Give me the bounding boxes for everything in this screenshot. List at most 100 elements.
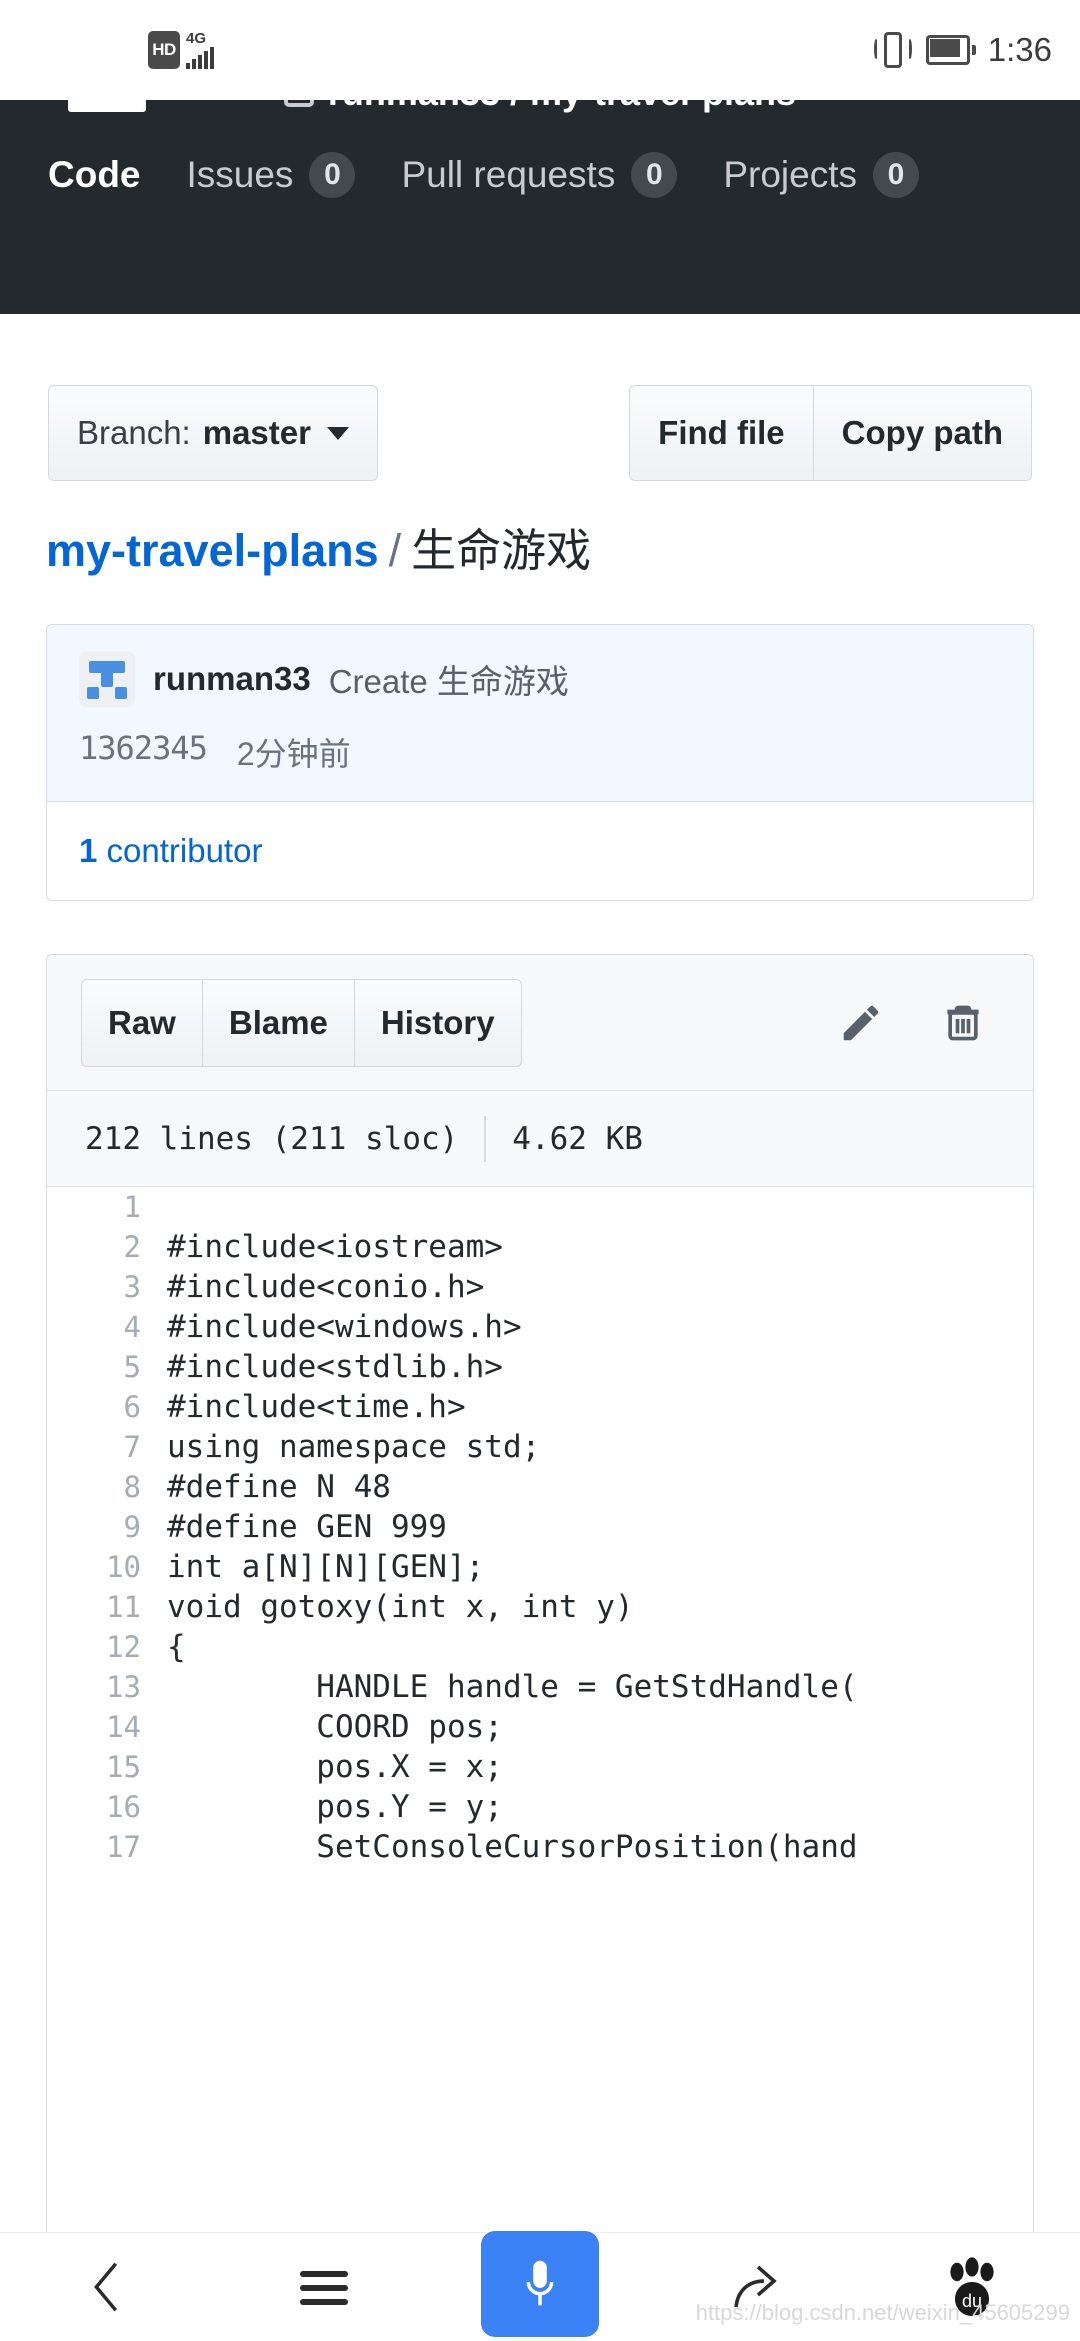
breadcrumb-file-name: 生命游戏 <box>411 525 592 576</box>
blame-button[interactable]: Blame <box>201 978 354 1067</box>
tab-issues-count: 0 <box>309 152 356 198</box>
line-text: pos.Y = y; <box>167 1789 503 1825</box>
tab-pull-requests[interactable]: Pull requests 0 <box>401 152 678 198</box>
file-actions-group: Find file Copy path <box>629 385 1032 481</box>
file-view-box: Raw Blame History 212 lines (211 sloc) 4… <box>46 954 1034 2232</box>
code-line: 4 #include<windows.h> <box>47 1307 1033 1347</box>
status-bar-left: HD 4G <box>148 31 214 69</box>
contributors-count: 1 <box>79 832 98 869</box>
repo-breadcrumb-label: runman33 / my-travel-plans <box>328 100 796 114</box>
line-number: 15 <box>106 1750 141 1784</box>
breadcrumb: my-travel-plans / 生命游戏 <box>46 514 591 579</box>
line-number: 1 <box>123 1190 141 1224</box>
commit-time-ago: 2分钟前 <box>236 736 351 772</box>
code-line: 5 #include<stdlib.h> <box>47 1347 1033 1387</box>
divider <box>484 1115 487 1162</box>
watermark-text: https://blog.csdn.net/weixin_45605299 <box>695 2300 1070 2325</box>
line-text: { <box>167 1629 186 1665</box>
commit-sha[interactable]: 1362345 <box>79 729 208 775</box>
commit-meta: 1362345 2分钟前 <box>79 729 1001 775</box>
code-line: 12 { <box>47 1627 1033 1667</box>
repo-breadcrumb-header[interactable]: runman33 / my-travel-plans <box>0 100 1080 114</box>
commit-message[interactable]: Create 生命游戏 <box>329 655 569 703</box>
branch-name-label: master <box>202 414 311 451</box>
code-line: 3 #include<conio.h> <box>47 1267 1033 1307</box>
code-line: 17 SetConsoleCursorPosition(hand <box>47 1827 1033 1867</box>
mic-button[interactable] <box>481 2230 599 2337</box>
line-number: 3 <box>123 1270 141 1304</box>
line-text: HANDLE handle = GetStdHandle( <box>167 1669 858 1705</box>
code-line: 8 #define N 48 <box>47 1467 1033 1507</box>
branch-prefix-label: Branch: <box>77 414 191 451</box>
signal-strength-icon <box>186 47 214 69</box>
file-view-icon-actions <box>837 999 999 1047</box>
tab-projects[interactable]: Projects 0 <box>723 152 919 198</box>
tab-issues[interactable]: Issues 0 <box>187 152 356 198</box>
contributors-row[interactable]: 1 contributor <box>47 802 1033 900</box>
repo-icon <box>283 100 314 107</box>
line-text: using namespace std; <box>167 1429 541 1465</box>
raw-button[interactable]: Raw <box>81 978 202 1067</box>
status-bar: HD 4G 1:36 <box>0 0 1080 100</box>
repo-header: runman33 / my-travel-plans Code Issues 0… <box>0 100 1080 314</box>
trash-icon[interactable] <box>939 999 987 1047</box>
code-content[interactable]: 1 2 #include<iostream> 3 #include<conio.h>… <box>47 1187 1033 2232</box>
line-text: #include<stdlib.h> <box>167 1349 503 1385</box>
back-button[interactable] <box>33 2233 183 2341</box>
menu-icon <box>300 2270 348 2305</box>
line-number: 14 <box>106 1710 141 1744</box>
tab-code[interactable]: Code <box>48 154 141 196</box>
line-text: #include<time.h> <box>167 1389 466 1425</box>
history-button[interactable]: History <box>353 978 522 1067</box>
browser-bottom-nav: du https://blog.csdn.net/weixin_45605299 <box>0 2230 1080 2341</box>
branch-selector-button[interactable]: Branch: master <box>48 385 378 481</box>
code-line: 15 pos.X = x; <box>47 1747 1033 1787</box>
line-text: #include<iostream> <box>167 1229 503 1265</box>
line-text: void gotoxy(int x, int y) <box>167 1589 634 1625</box>
breadcrumb-separator: / <box>388 525 402 576</box>
line-text: pos.X = x; <box>167 1749 503 1785</box>
vibrate-icon <box>872 30 914 70</box>
line-text: #include<windows.h> <box>167 1309 522 1345</box>
tab-pull-requests-count: 0 <box>631 152 678 198</box>
menu-button[interactable] <box>249 2233 399 2341</box>
line-number: 2 <box>123 1230 141 1264</box>
commit-header: runman33 Create 生命游戏 1362345 2分钟前 <box>47 625 1033 802</box>
network-type-label: 4G <box>186 30 207 47</box>
file-size: 4.62 KB <box>512 1120 643 1157</box>
latest-commit-box: runman33 Create 生命游戏 1362345 2分钟前 1 cont… <box>46 624 1034 901</box>
line-text: #include<conio.h> <box>167 1269 485 1305</box>
breadcrumb-repo-link[interactable]: my-travel-plans <box>46 525 379 577</box>
chevron-down-icon <box>326 426 349 440</box>
code-line: 6 #include<time.h> <box>47 1387 1033 1427</box>
line-number: 7 <box>123 1430 141 1464</box>
battery-icon <box>925 35 976 65</box>
file-toolbar-row: Branch: master Find file Copy path <box>0 384 1080 482</box>
code-line: 1 <box>47 1187 1033 1227</box>
status-bar-clock: 1:36 <box>987 31 1052 68</box>
avatar[interactable] <box>79 651 135 707</box>
tab-issues-label: Issues <box>186 154 294 195</box>
code-line: 16 pos.Y = y; <box>47 1787 1033 1827</box>
back-icon <box>94 2262 118 2311</box>
line-text: SetConsoleCursorPosition(hand <box>167 1829 858 1865</box>
status-bar-right: 1:36 <box>872 30 1052 70</box>
line-number: 17 <box>106 1830 141 1864</box>
commit-author-row: runman33 Create 生命游戏 <box>79 651 1001 707</box>
commit-author-name[interactable]: runman33 <box>153 660 311 698</box>
file-view-buttons: Raw Blame History <box>81 978 522 1067</box>
voice-search-button[interactable] <box>465 2230 615 2341</box>
file-lines-count: 212 lines (211 sloc) <box>85 1120 459 1157</box>
line-number: 10 <box>106 1550 141 1584</box>
copy-path-button[interactable]: Copy path <box>812 385 1032 481</box>
tab-pull-requests-label: Pull requests <box>401 154 616 195</box>
line-number: 9 <box>123 1510 141 1544</box>
line-number: 4 <box>123 1310 141 1344</box>
find-file-button[interactable]: Find file <box>629 385 813 481</box>
pencil-icon[interactable] <box>837 999 885 1047</box>
signal-bars-icon: 4G <box>186 31 214 69</box>
tab-code-label: Code <box>48 154 141 195</box>
line-number: 16 <box>106 1790 141 1824</box>
line-text: COORD pos; <box>167 1709 503 1745</box>
line-number: 12 <box>106 1630 141 1664</box>
